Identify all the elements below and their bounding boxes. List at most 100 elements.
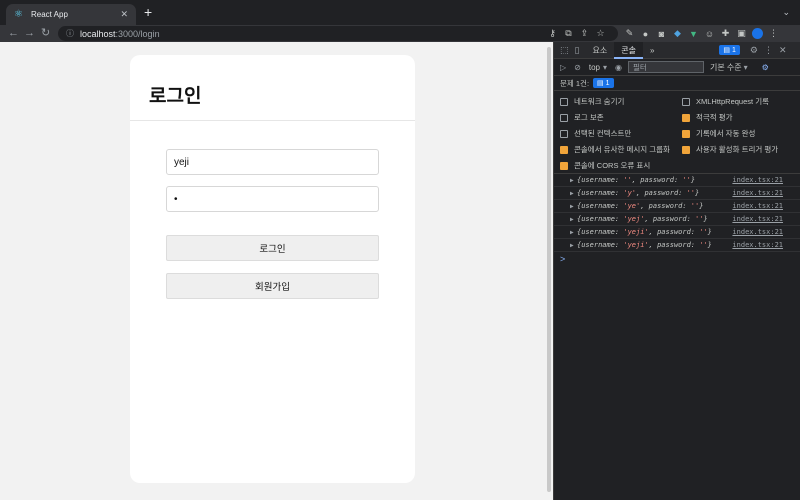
forward-icon[interactable]: → (24, 27, 35, 40)
source-link[interactable]: index.tsx:21 (732, 228, 783, 236)
tab-search-icon[interactable]: ⌄ (782, 7, 790, 18)
extension-record-icon[interactable]: ● (640, 29, 651, 39)
address-bar[interactable]: ⓘ localhost :3000/login (58, 26, 618, 41)
expand-triangle-icon[interactable]: ▶ (570, 190, 574, 197)
source-link[interactable]: index.tsx:21 (732, 241, 783, 249)
login-button[interactable]: 로그인 (166, 235, 379, 261)
expand-triangle-icon[interactable]: ▶ (570, 203, 574, 210)
page-scrollbar-thumb[interactable] (547, 47, 551, 492)
checkbox[interactable] (560, 97, 568, 106)
console-log-row[interactable]: ▶ {username: 'yej', password: ''} index.… (554, 213, 800, 226)
checkbox[interactable] (682, 97, 690, 106)
tab-more[interactable]: » (643, 42, 661, 59)
devtools-menu-icon[interactable]: ⋮ (764, 45, 773, 56)
browser-tab[interactable]: ⚛ React App ✕ (6, 4, 136, 25)
device-toolbar-icon[interactable]: ▯ (575, 45, 580, 56)
option-group-similar[interactable]: 콘솔에서 유사한 메시지 그룹화 (560, 144, 670, 155)
expand-triangle-icon[interactable]: ▶ (570, 216, 574, 223)
checkbox[interactable] (560, 113, 568, 122)
sidebar-toggle-icon[interactable]: ▷ (560, 63, 566, 72)
console-prompt[interactable]: > (560, 254, 565, 264)
checkbox-checked[interactable] (682, 145, 690, 154)
option-selected-context[interactable]: 선택된 컨텍스트만 (560, 128, 631, 139)
bookmark-star-icon[interactable]: ☆ (595, 28, 606, 39)
checkbox[interactable] (560, 129, 568, 138)
log-message: {username: 'y', password: ''} (577, 189, 700, 197)
expand-triangle-icon[interactable]: ▶ (570, 229, 574, 236)
option-label: 기록에서 자동 완성 (696, 129, 756, 138)
message-count-badge[interactable]: ▤ 1 (719, 45, 740, 55)
option-preserve-log[interactable]: 로그 보존 (560, 112, 604, 123)
source-link[interactable]: index.tsx:21 (732, 215, 783, 223)
extension-vue-icon[interactable]: ▼ (688, 29, 699, 39)
profile-avatar[interactable] (752, 28, 763, 39)
url-host: localhost (80, 28, 116, 39)
share-icon[interactable]: ⇪ (579, 28, 590, 39)
filter-input[interactable]: 필터 (627, 61, 704, 73)
tab-strip: ⚛ React App ✕ + ⌄ (0, 0, 800, 25)
checkbox-checked[interactable] (682, 113, 690, 122)
tab-title: React App (31, 10, 68, 19)
log-message: {username: 'ye', password: ''} (577, 202, 704, 210)
close-tab-icon[interactable]: ✕ (120, 9, 128, 20)
new-tab-button[interactable]: + (144, 5, 152, 19)
url-path: :3000/login (115, 28, 160, 39)
settings-gear-icon[interactable]: ⚙ (750, 45, 758, 56)
inspect-element-icon[interactable]: ⬚ (560, 45, 569, 56)
extension-drop-icon[interactable]: ◆ (672, 28, 683, 39)
chrome-menu-icon[interactable]: ⋮ (768, 28, 779, 39)
checkbox-checked[interactable] (682, 129, 690, 138)
close-devtools-icon[interactable]: ✕ (779, 45, 787, 56)
context-select[interactable]: top (589, 63, 600, 72)
expand-triangle-icon[interactable]: ▶ (570, 177, 574, 184)
issues-badge[interactable]: ▤ 1 (593, 78, 614, 88)
level-chevron-icon: ▾ (743, 62, 748, 72)
extension-pen-icon[interactable]: ✎ (624, 28, 635, 39)
info-icon[interactable]: ⓘ (66, 28, 74, 39)
tab-elements[interactable]: 요소 (585, 42, 614, 59)
source-link[interactable]: index.tsx:21 (732, 189, 783, 197)
option-label: 콘솔에서 유사한 메시지 그룹화 (574, 145, 670, 154)
password-input[interactable] (166, 186, 379, 212)
live-expression-eye-icon[interactable]: ◉ (615, 63, 622, 72)
option-xhr-log[interactable]: XMLHttpRequest 기록 (682, 96, 769, 107)
console-log-row[interactable]: ▶ {username: 'yeji', password: ''} index… (554, 239, 800, 252)
option-cors-errors[interactable]: 콘솔에 CORS 오류 표시 (560, 160, 650, 171)
reload-icon[interactable]: ↻ (41, 27, 50, 40)
option-user-activation[interactable]: 사용자 활성화 트리거 평가 (682, 144, 778, 155)
checkbox-checked[interactable] (560, 161, 568, 170)
console-settings-icon[interactable]: ⚙ (762, 63, 769, 72)
option-label: 선택된 컨텍스트만 (574, 129, 632, 138)
username-input[interactable] (166, 149, 379, 175)
option-eager-eval[interactable]: 적극적 평가 (682, 112, 733, 123)
expand-triangle-icon[interactable]: ▶ (570, 242, 574, 249)
message-icon: ▤ (723, 47, 732, 54)
back-icon[interactable]: ← (8, 27, 19, 40)
console-log-row[interactable]: ▶ {username: 'y', password: ''} index.ts… (554, 187, 800, 200)
log-username: 'yej' (623, 215, 645, 223)
source-link[interactable]: index.tsx:21 (732, 202, 783, 210)
signup-button[interactable]: 회원가입 (166, 273, 379, 299)
key-icon[interactable]: ⚷ (547, 28, 558, 39)
extension-camera-icon[interactable]: ◙ (656, 29, 667, 39)
console-log-row[interactable]: ▶ {username: 'ye', password: ''} index.t… (554, 200, 800, 213)
log-level-select[interactable]: 기본 수준 (710, 62, 742, 73)
translate-icon[interactable]: ⧉ (563, 28, 574, 39)
option-autocomplete[interactable]: 기록에서 자동 완성 (682, 128, 755, 139)
log-password: '' (695, 215, 704, 223)
tab-console[interactable]: 콘솔 (614, 42, 643, 59)
log-username: 'y' (623, 189, 637, 197)
devtools-tabbar: ⬚ ▯ 요소 콘솔 » ▤ 1 ⚙ ⋮ ✕ (554, 42, 800, 59)
clear-console-icon[interactable]: ⊘ (574, 63, 581, 72)
console-log-row[interactable]: ▶ {username: 'yeji', password: ''} index… (554, 226, 800, 239)
checkbox-checked[interactable] (560, 145, 568, 154)
console-log-row[interactable]: ▶ {username: '', password: ''} index.tsx… (554, 174, 800, 187)
side-panel-icon[interactable]: ▣ (736, 28, 747, 39)
extensions-puzzle-icon[interactable]: ✚ (720, 28, 731, 39)
option-label: 사용자 활성화 트리거 평가 (696, 145, 779, 154)
option-hide-network[interactable]: 네트워크 숨기기 (560, 96, 624, 107)
devtools-panel: ⬚ ▯ 요소 콘솔 » ▤ 1 ⚙ ⋮ ✕ ▷ ⊘ top ▾ ◉ 필터 기본 … (553, 42, 800, 500)
browser-toolbar: ← → ↻ ⓘ localhost :3000/login ⚷ ⧉ ⇪ ☆ ✎ … (0, 25, 800, 42)
source-link[interactable]: index.tsx:21 (732, 176, 783, 184)
extension-face-icon[interactable]: ☺ (704, 29, 715, 39)
